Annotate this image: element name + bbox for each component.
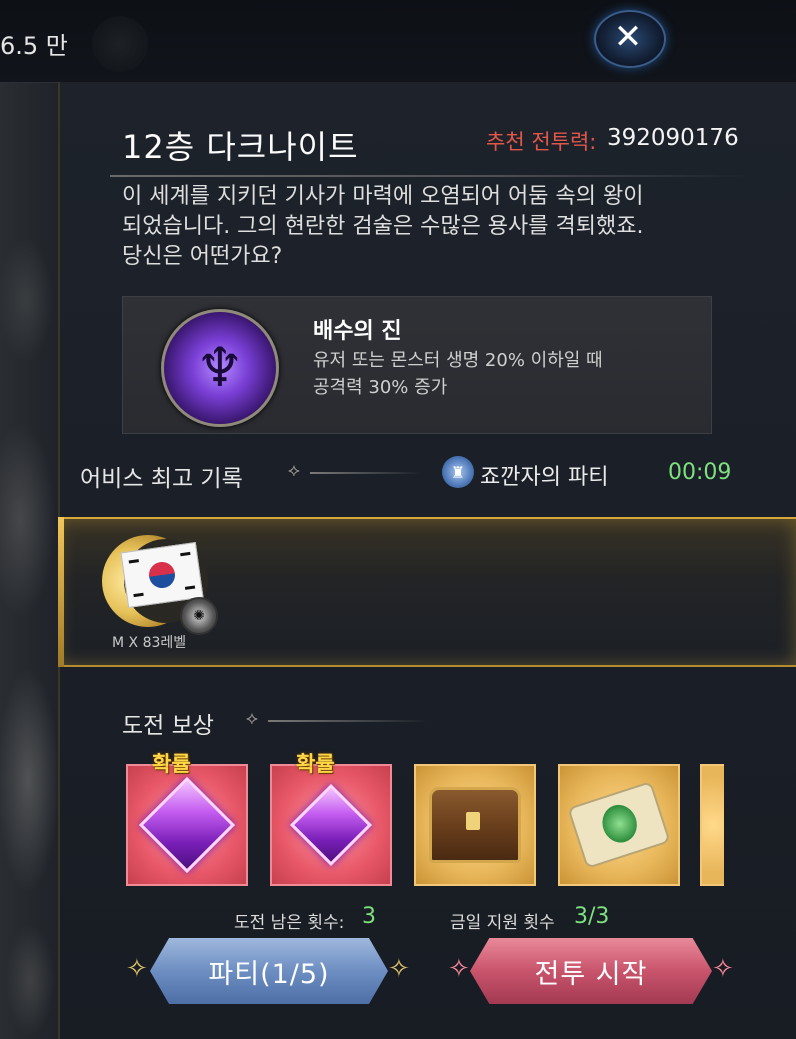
record-time: 00:09 bbox=[668, 460, 732, 485]
trigram-bar bbox=[133, 592, 144, 598]
attempts-label: 도전 남은 횟수: bbox=[234, 913, 345, 933]
probability-badge: 확률 bbox=[296, 752, 335, 776]
buff-name: 배수의 진 bbox=[313, 319, 402, 344]
trigram-bar bbox=[128, 559, 139, 564]
reward-item-treasure-chest[interactable] bbox=[414, 764, 536, 886]
buff-card[interactable]: ♆ 배수의 진 유저 또는 몬스터 생명 20% 이하일 때 공격력 30% 증… bbox=[122, 296, 712, 434]
top-bar: 6.5 만 ✕ bbox=[0, 0, 796, 83]
buff-description: 유저 또는 몬스터 생명 20% 이하일 때 공격력 30% 증가 bbox=[313, 350, 603, 398]
wing-ornament-icon: ✧ bbox=[712, 954, 734, 984]
reward-item-partial[interactable] bbox=[700, 764, 724, 886]
recommended-cp-value: 392090176 bbox=[607, 125, 739, 151]
purple-gem-shard-icon bbox=[289, 783, 373, 867]
rewards-section-divider bbox=[268, 720, 428, 722]
record-party-name: 죠깐자의 파티 bbox=[480, 465, 609, 490]
taegeuk-symbol bbox=[147, 560, 177, 590]
section-diamond-icon: ⟡ bbox=[288, 460, 300, 481]
reward-item-purple-gem-shard[interactable] bbox=[270, 764, 392, 886]
section-diamond-icon: ⟡ bbox=[246, 708, 258, 729]
close-button[interactable]: ✕ bbox=[586, 8, 670, 68]
close-icon: ✕ bbox=[613, 17, 643, 57]
player-avatar[interactable]: ✺ bbox=[102, 535, 218, 635]
reward-item-scroll[interactable] bbox=[558, 764, 680, 886]
trigram-bar bbox=[184, 585, 196, 590]
dungeon-title: 12층 다크나이트 bbox=[122, 128, 359, 166]
guild-castle-icon: ♜ bbox=[442, 456, 474, 488]
support-label: 금일 지원 횟수 bbox=[450, 913, 555, 933]
wing-ornament-icon: ✧ bbox=[126, 954, 148, 984]
dungeon-description: 이 세계를 지키던 기사가 마력에 오염되어 어둠 속의 왕이 되었습니다. 그… bbox=[122, 184, 644, 269]
trigram-bar bbox=[180, 551, 191, 557]
attempts-value: 3 bbox=[362, 904, 376, 929]
figure-silhouette-icon: ♆ bbox=[195, 336, 245, 399]
record-player-name: M X 83레벨 bbox=[112, 635, 187, 651]
record-section-divider bbox=[310, 472, 420, 474]
party-button[interactable]: 파티(1/5) bbox=[150, 938, 388, 1004]
start-battle-button[interactable]: 전투 시작 bbox=[470, 938, 712, 1004]
rewards-section-title: 도전 보상 bbox=[122, 713, 214, 739]
probability-badge: 확률 bbox=[152, 752, 191, 776]
guild-emblem-icon: ✺ bbox=[180, 597, 218, 635]
currency-amount: 6.5 만 bbox=[0, 32, 68, 60]
recommended-cp-label: 추천 전투력: bbox=[486, 130, 597, 154]
reward-item-purple-gem[interactable] bbox=[126, 764, 248, 886]
coin-icon bbox=[92, 16, 148, 72]
wing-ornament-icon: ✧ bbox=[448, 954, 470, 984]
treasure-chest-icon bbox=[429, 787, 521, 863]
berserk-figure-icon: ♆ bbox=[161, 309, 279, 427]
support-value: 3/3 bbox=[574, 904, 610, 929]
title-divider bbox=[110, 175, 750, 177]
record-band-edge bbox=[58, 517, 64, 667]
wing-ornament-icon: ✧ bbox=[388, 954, 410, 984]
scroll-icon bbox=[567, 780, 671, 870]
purple-gem-icon bbox=[138, 776, 236, 874]
record-section-title: 어비스 최고 기록 bbox=[80, 466, 243, 492]
